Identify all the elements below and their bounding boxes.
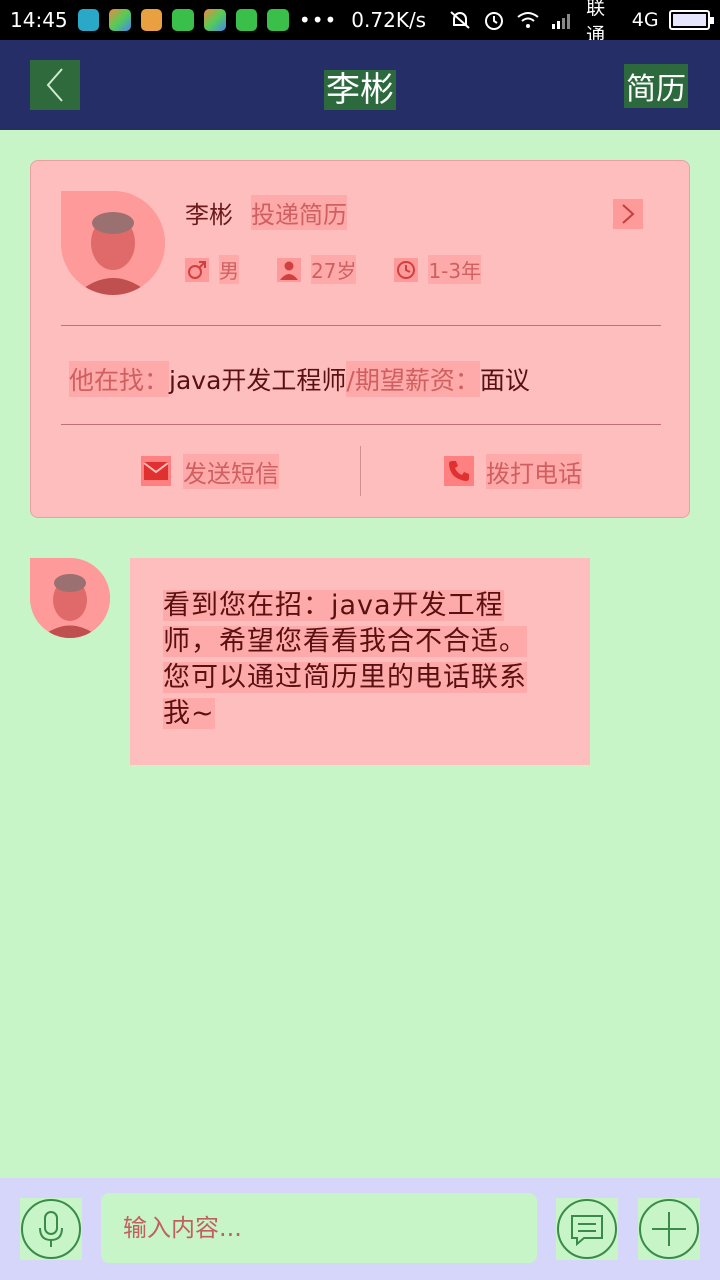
gender-item: 男 [185, 255, 239, 284]
mail-icon [140, 9, 163, 31]
card-detail-button[interactable] [613, 199, 643, 229]
call-button[interactable]: 拨打电话 [444, 446, 582, 496]
contact-actions: 发送短信 拨打电话 [31, 446, 691, 496]
send-sms-label: 发送短信 [183, 453, 279, 489]
candidate-name-row: 李彬 投递简历 [185, 195, 347, 230]
card-divider-bottom [61, 424, 661, 425]
chevron-right-icon [622, 204, 635, 224]
network-type: 4G [631, 9, 659, 31]
actions-separator [360, 446, 361, 496]
experience-item: 1-3年 [394, 255, 482, 284]
chat-bubble-icon [557, 1199, 617, 1259]
candidate-name: 李彬 [185, 201, 233, 229]
seeking-value: java开发工程师 [169, 366, 347, 395]
card-divider-top [61, 325, 661, 326]
signal-icon [550, 9, 574, 31]
seeking-label: 他在找： [69, 361, 170, 397]
message-icon [235, 9, 258, 31]
input-bar [0, 1178, 720, 1280]
male-icon [185, 257, 209, 282]
envelope-icon [141, 456, 171, 486]
wifi-icon [516, 9, 540, 31]
add-button[interactable] [638, 1198, 700, 1260]
job-seeking-row: 他在找： java开发工程师 /期望薪资： 面议 [69, 361, 530, 397]
quick-reply-button[interactable] [556, 1198, 618, 1260]
message-line: 我~ [163, 698, 215, 729]
message-bubble[interactable]: 看到您在招：java开发工程 师，希望您看看我合不合适。 您可以通过简历里的电话… [130, 558, 590, 765]
mute-icon [448, 9, 472, 31]
avatar[interactable] [61, 191, 165, 295]
phone-icon [444, 456, 474, 486]
message-line: 师，希望您看看我合不合适。 [163, 626, 527, 657]
salary-label: /期望薪资： [346, 361, 480, 397]
application-tag: 投递简历 [251, 195, 347, 230]
battery-icon [668, 10, 715, 30]
call-label: 拨打电话 [486, 453, 582, 489]
security-app-icon [77, 9, 100, 31]
experience-text: 1-3年 [428, 255, 482, 284]
wechat-icon [172, 9, 195, 31]
app-notification-icon-2 [204, 9, 226, 31]
app-header: 李彬 简历 [0, 40, 720, 130]
message-input-box[interactable] [101, 1193, 537, 1263]
candidate-meta: 男 27岁 1-3年 [185, 255, 519, 284]
age-item: 27岁 [277, 255, 357, 284]
microphone-icon [21, 1199, 81, 1259]
message-line: 您可以通过简历里的电话联系 [163, 662, 527, 693]
message-input[interactable] [123, 1214, 537, 1242]
network-speed: 0.72K/s [351, 8, 427, 32]
age-text: 27岁 [311, 255, 357, 284]
page-title: 李彬 [324, 70, 396, 110]
battery-level [672, 14, 706, 26]
send-sms-button[interactable]: 发送短信 [141, 446, 279, 496]
clock-icon [394, 257, 419, 282]
voice-button[interactable] [20, 1198, 82, 1260]
wechat-icon-2 [267, 9, 289, 31]
person-icon [277, 257, 301, 282]
alarm-icon [482, 9, 506, 31]
more-notifications-icon: ••• [298, 8, 338, 32]
salary-value: 面议 [479, 366, 530, 395]
plus-icon [639, 1199, 699, 1259]
status-bar: 14:45 ••• 0.72K/s 联通 4G [0, 0, 720, 46]
resume-button[interactable]: 简历 [624, 64, 688, 108]
gender-text: 男 [219, 255, 239, 284]
message-avatar[interactable] [30, 558, 110, 638]
message-line: 看到您在招：java开发工程 [163, 590, 504, 621]
candidate-card[interactable]: 李彬 投递简历 男 27岁 1-3年 他在找： java开发工程师 /期望薪资： [30, 160, 690, 518]
app-notification-icon [109, 9, 131, 31]
status-time: 14:45 [10, 8, 68, 32]
